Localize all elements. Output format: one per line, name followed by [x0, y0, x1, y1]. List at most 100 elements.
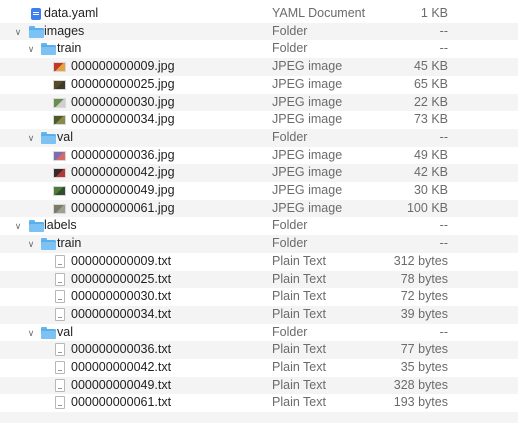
file-row[interactable]: 000000000025.jpg JPEG image 65 KB [0, 76, 518, 94]
image-thumbnail-icon [53, 97, 66, 108]
file-row[interactable]: 000000000030.jpg JPEG image 22 KB [0, 93, 518, 112]
chevron-down-icon[interactable]: ∨ [13, 27, 23, 37]
file-size: -- [439, 41, 448, 56]
chevron-down-icon[interactable]: ∨ [26, 239, 36, 249]
file-row[interactable]: 000000000042.txt Plain Text 35 bytes [0, 359, 518, 377]
file-row[interactable]: data.yaml YAML Document 1 KB [0, 5, 518, 23]
folder-icon [41, 238, 56, 251]
file-name: 000000000034.jpg [71, 112, 175, 127]
file-row[interactable]: 000000000030.txt Plain Text 72 bytes [0, 288, 518, 306]
file-size: 35 bytes [400, 360, 448, 374]
file-kind: Plain Text [272, 289, 326, 304]
file-size: 30 KB [413, 183, 448, 197]
file-row[interactable]: 000000000049.jpg JPEG image 30 KB [0, 182, 518, 200]
image-thumbnail-icon [53, 62, 66, 73]
file-name: images [44, 23, 85, 38]
text-file-icon [55, 378, 65, 392]
file-kind: Plain Text [272, 377, 326, 392]
file-kind: YAML Document [272, 6, 366, 20]
file-size: -- [439, 129, 448, 144]
file-size: 39 bytes [400, 306, 448, 321]
file-row[interactable]: 000000000034.txt Plain Text 39 bytes [0, 305, 518, 324]
file-kind: JPEG image [272, 76, 343, 91]
file-row[interactable]: 000000000034.jpg JPEG image 73 KB [0, 111, 518, 129]
file-size: 65 KB [413, 76, 448, 91]
file-kind: Plain Text [272, 271, 326, 286]
file-kind: JPEG image [272, 183, 343, 197]
file-name: 000000000009.jpg [71, 59, 175, 74]
image-thumbnail-icon [53, 115, 66, 126]
file-name: 000000000061.txt [71, 395, 172, 410]
file-name: 000000000049.jpg [71, 183, 175, 197]
file-size: 312 bytes [393, 253, 448, 268]
file-name: 000000000049.txt [71, 377, 172, 392]
chevron-down-icon[interactable]: ∨ [13, 221, 23, 231]
chevron-down-icon[interactable]: ∨ [26, 133, 36, 143]
file-size: 72 bytes [400, 289, 448, 304]
chevron-down-icon[interactable]: ∨ [26, 44, 36, 54]
text-file-icon [55, 361, 65, 374]
file-name: 000000000061.jpg [71, 200, 175, 215]
folder-row[interactable]: ∨ labels Folder -- [0, 217, 518, 235]
file-row[interactable]: 000000000036.jpg JPEG image 49 KB [0, 147, 518, 165]
folder-row[interactable]: ∨ val Folder -- [0, 324, 518, 342]
text-file-icon [55, 272, 65, 286]
text-file-icon [55, 254, 65, 268]
file-kind: JPEG image [272, 200, 343, 215]
file-kind: Folder [272, 23, 308, 38]
file-row[interactable]: 000000000036.txt Plain Text 77 bytes [0, 341, 518, 359]
file-name: 000000000036.jpg [71, 147, 175, 162]
file-row[interactable]: 000000000049.txt Plain Text 328 bytes [0, 376, 518, 395]
folder-row[interactable]: ∨ val Folder -- [0, 128, 518, 147]
file-name: 000000000009.txt [71, 253, 172, 268]
file-row[interactable]: 000000000009.jpg JPEG image 45 KB [0, 58, 518, 76]
folder-icon [29, 25, 44, 38]
file-size: 78 bytes [400, 271, 448, 286]
folder-icon [41, 131, 56, 144]
file-kind: Folder [272, 324, 308, 339]
file-row[interactable]: 000000000061.txt Plain Text 193 bytes [0, 394, 518, 412]
file-kind: JPEG image [272, 147, 343, 162]
file-name: 000000000030.jpg [71, 94, 175, 109]
file-kind: Folder [272, 236, 308, 251]
file-size: 73 KB [413, 112, 448, 127]
file-name: train [57, 236, 82, 251]
file-size: 45 KB [413, 59, 448, 74]
file-name: val [57, 129, 73, 144]
file-name: 000000000025.txt [71, 271, 172, 286]
file-row[interactable]: 000000000042.jpg JPEG image 42 KB [0, 164, 518, 182]
text-file-icon [55, 343, 65, 357]
file-size: 193 bytes [393, 395, 448, 410]
text-file-icon [55, 396, 65, 410]
file-row[interactable]: 000000000025.txt Plain Text 78 bytes [0, 270, 518, 289]
file-kind: Folder [272, 41, 308, 56]
folder-icon [41, 43, 56, 56]
image-thumbnail-icon [53, 150, 66, 161]
file-name: 000000000025.jpg [71, 76, 175, 91]
file-name: train [57, 41, 82, 56]
file-name: labels [44, 218, 77, 233]
file-kind: Plain Text [272, 342, 326, 357]
file-size: 42 KB [413, 165, 448, 180]
file-kind: Folder [272, 129, 308, 144]
file-row[interactable]: 000000000061.jpg JPEG image 100 KB [0, 199, 518, 218]
image-thumbnail-icon [53, 186, 66, 196]
file-name: data.yaml [44, 6, 99, 20]
file-row[interactable]: 000000000009.txt Plain Text 312 bytes [0, 253, 518, 271]
chevron-down-icon[interactable]: ∨ [26, 328, 36, 338]
image-thumbnail-icon [53, 203, 66, 214]
file-size: -- [439, 324, 448, 339]
file-size: -- [439, 23, 448, 38]
file-kind: Plain Text [272, 360, 326, 374]
folder-icon [41, 326, 56, 339]
folder-row[interactable]: ∨ train Folder -- [0, 40, 518, 58]
file-name: 000000000042.txt [71, 360, 172, 374]
text-file-icon [55, 307, 65, 321]
file-size: -- [439, 218, 448, 233]
file-kind: JPEG image [272, 112, 343, 127]
file-name: 000000000034.txt [71, 306, 172, 321]
folder-row[interactable]: ∨ train Folder -- [0, 235, 518, 253]
file-size: -- [439, 236, 448, 251]
folder-row[interactable]: ∨ images Folder -- [0, 22, 518, 41]
file-kind: JPEG image [272, 165, 343, 180]
